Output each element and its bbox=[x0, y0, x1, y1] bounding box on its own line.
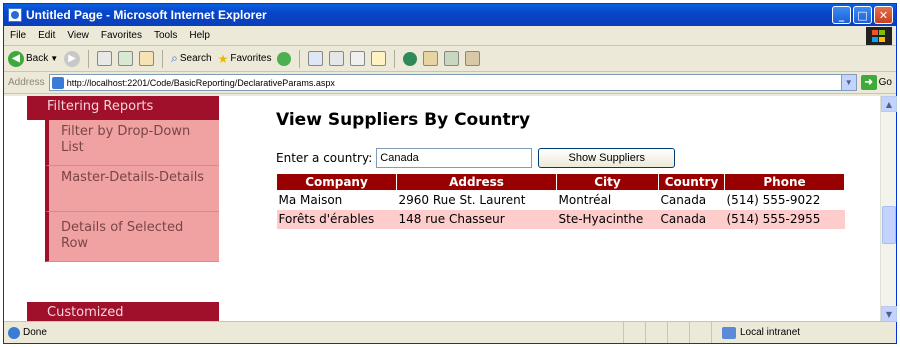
mail-icon[interactable] bbox=[329, 51, 345, 66]
title-bar: Untitled Page - Microsoft Internet Explo… bbox=[4, 4, 896, 26]
nav-section-customized[interactable]: Customized bbox=[27, 302, 219, 322]
window-title: Untitled Page - Microsoft Internet Explo… bbox=[26, 8, 267, 22]
favorites-label: Favorites bbox=[230, 53, 272, 64]
scroll-thumb[interactable] bbox=[882, 206, 896, 244]
cell-country: Canada bbox=[660, 193, 707, 208]
forward-button[interactable]: ▶ bbox=[64, 50, 81, 67]
home-icon[interactable] bbox=[139, 51, 155, 66]
zone-label: Local intranet bbox=[740, 327, 801, 338]
country-input[interactable] bbox=[376, 148, 533, 168]
scroll-up-icon[interactable]: ▲ bbox=[881, 96, 897, 112]
sidebar-nav: Filtering Reports Filter by Drop-Down Li… bbox=[27, 96, 219, 322]
chevron-down-icon: ▼ bbox=[50, 54, 59, 63]
maximize-button[interactable]: □ bbox=[853, 6, 872, 24]
page-heading: View Suppliers By Country bbox=[276, 110, 531, 130]
status-segment bbox=[646, 322, 668, 343]
separator bbox=[299, 49, 301, 68]
page-content: Filtering Reports Filter by Drop-Down Li… bbox=[4, 96, 882, 322]
search-button[interactable]: ⌕ Search bbox=[171, 51, 211, 66]
table-row: Forêts d'érables 148 rue Chasseur Ste-Hy… bbox=[276, 209, 845, 229]
main-area: View Suppliers By Country Enter a countr… bbox=[276, 96, 876, 229]
menu-help[interactable]: Help bbox=[189, 30, 210, 41]
windows-logo-icon bbox=[866, 27, 892, 45]
cell-company: Ma Maison bbox=[278, 193, 343, 208]
intranet-zone-icon bbox=[722, 326, 736, 339]
go-button[interactable]: ➜ Go bbox=[860, 75, 892, 90]
cell-address: 2960 Rue St. Laurent bbox=[398, 193, 526, 208]
back-label: Back bbox=[26, 53, 49, 64]
column-header-address: Address bbox=[396, 173, 557, 191]
table-header-row: Company Address City Country Phone bbox=[276, 173, 845, 191]
close-button[interactable]: ✕ bbox=[874, 6, 893, 24]
cell-country: Canada bbox=[658, 209, 725, 229]
address-input[interactable]: http://localhost:2201/Code/BasicReportin… bbox=[48, 74, 857, 91]
calculator-icon[interactable] bbox=[465, 51, 481, 66]
print-icon[interactable] bbox=[350, 51, 366, 66]
nav-item-master-details-details[interactable]: Master-Details-Details bbox=[45, 166, 219, 212]
address-url: http://localhost:2201/Code/BasicReportin… bbox=[66, 77, 335, 88]
refresh-icon[interactable] bbox=[118, 51, 134, 66]
separator bbox=[88, 49, 90, 68]
stop-icon[interactable] bbox=[97, 51, 113, 66]
ie-app-icon bbox=[8, 8, 22, 22]
country-filter-row: Enter a country: Show Suppliers bbox=[276, 147, 876, 169]
menu-bar: File Edit View Favorites Tools Help bbox=[4, 26, 896, 46]
menu-favorites[interactable]: Favorites bbox=[101, 30, 142, 41]
search-label: Search bbox=[179, 53, 212, 64]
browser-window: Untitled Page - Microsoft Internet Explo… bbox=[3, 3, 897, 344]
status-segment bbox=[624, 322, 646, 343]
suppliers-table: Company Address City Country Phone Ma Ma… bbox=[276, 173, 845, 229]
star-icon: ★ bbox=[217, 51, 229, 66]
country-label: Enter a country: bbox=[276, 151, 373, 165]
nav-item-details-of-selected-row[interactable]: Details of Selected Row bbox=[45, 212, 219, 262]
scroll-down-icon[interactable]: ▼ bbox=[881, 306, 897, 322]
back-arrow-icon: ◀ bbox=[8, 50, 24, 67]
nav-item-filter-by-drop-down-list[interactable]: Filter by Drop-Down List bbox=[45, 120, 219, 166]
status-segment bbox=[690, 322, 712, 343]
tool-icon[interactable] bbox=[444, 51, 460, 66]
back-button[interactable]: ◀ Back ▼ bbox=[8, 50, 59, 67]
cell-address: 148 rue Chasseur bbox=[396, 209, 557, 229]
cell-city: Ste-Hyacinthe bbox=[556, 209, 659, 229]
column-header-city: City bbox=[556, 173, 659, 191]
go-arrow-icon: ➜ bbox=[860, 75, 877, 90]
search-icon: ⌕ bbox=[171, 51, 178, 65]
column-header-phone: Phone bbox=[724, 173, 845, 191]
go-label: Go bbox=[878, 77, 892, 88]
menu-view[interactable]: View bbox=[67, 30, 89, 41]
column-header-company: Company bbox=[276, 173, 397, 191]
separator bbox=[162, 49, 164, 68]
security-zone[interactable]: Local intranet bbox=[712, 326, 801, 339]
cell-company: Forêts d'érables bbox=[276, 209, 397, 229]
favorites-button[interactable]: ★ Favorites bbox=[218, 52, 272, 66]
table-row: Ma Maison 2960 Rue St. Laurent Montréal … bbox=[277, 191, 845, 210]
show-suppliers-button[interactable]: Show Suppliers bbox=[538, 148, 676, 168]
status-done: Done bbox=[4, 322, 624, 343]
cell-phone: (514) 555-2955 bbox=[724, 209, 845, 229]
cell-city: Montréal bbox=[558, 193, 612, 208]
separator bbox=[394, 49, 396, 68]
menu-file[interactable]: File bbox=[10, 30, 26, 41]
cell-phone: (514) 555-9022 bbox=[726, 193, 821, 208]
address-dropdown-icon[interactable]: ▼ bbox=[840, 75, 856, 90]
vertical-scrollbar[interactable]: ▲ ▼ bbox=[880, 96, 897, 322]
research-icon[interactable] bbox=[423, 51, 439, 66]
messenger-icon[interactable] bbox=[403, 51, 418, 66]
status-bar: Done Local intranet bbox=[4, 321, 896, 343]
minimize-button[interactable]: _ bbox=[832, 6, 851, 24]
ie-page-icon bbox=[8, 326, 20, 339]
toolbar: ◀ Back ▼ ▶ ⌕ Search ★ Favorites bbox=[4, 46, 896, 72]
column-header-country: Country bbox=[658, 173, 725, 191]
address-bar: Address http://localhost:2201/Code/Basic… bbox=[4, 72, 896, 94]
status-segment bbox=[668, 322, 690, 343]
nav-section-filtering-reports[interactable]: Filtering Reports bbox=[27, 96, 219, 120]
menu-edit[interactable]: Edit bbox=[38, 30, 55, 41]
page-icon bbox=[51, 76, 64, 89]
media-icon[interactable] bbox=[277, 51, 292, 66]
history-icon[interactable] bbox=[308, 51, 324, 66]
address-label: Address bbox=[8, 77, 45, 88]
status-text: Done bbox=[23, 327, 47, 338]
menu-tools[interactable]: Tools bbox=[154, 30, 177, 41]
folder-icon[interactable] bbox=[371, 51, 387, 66]
